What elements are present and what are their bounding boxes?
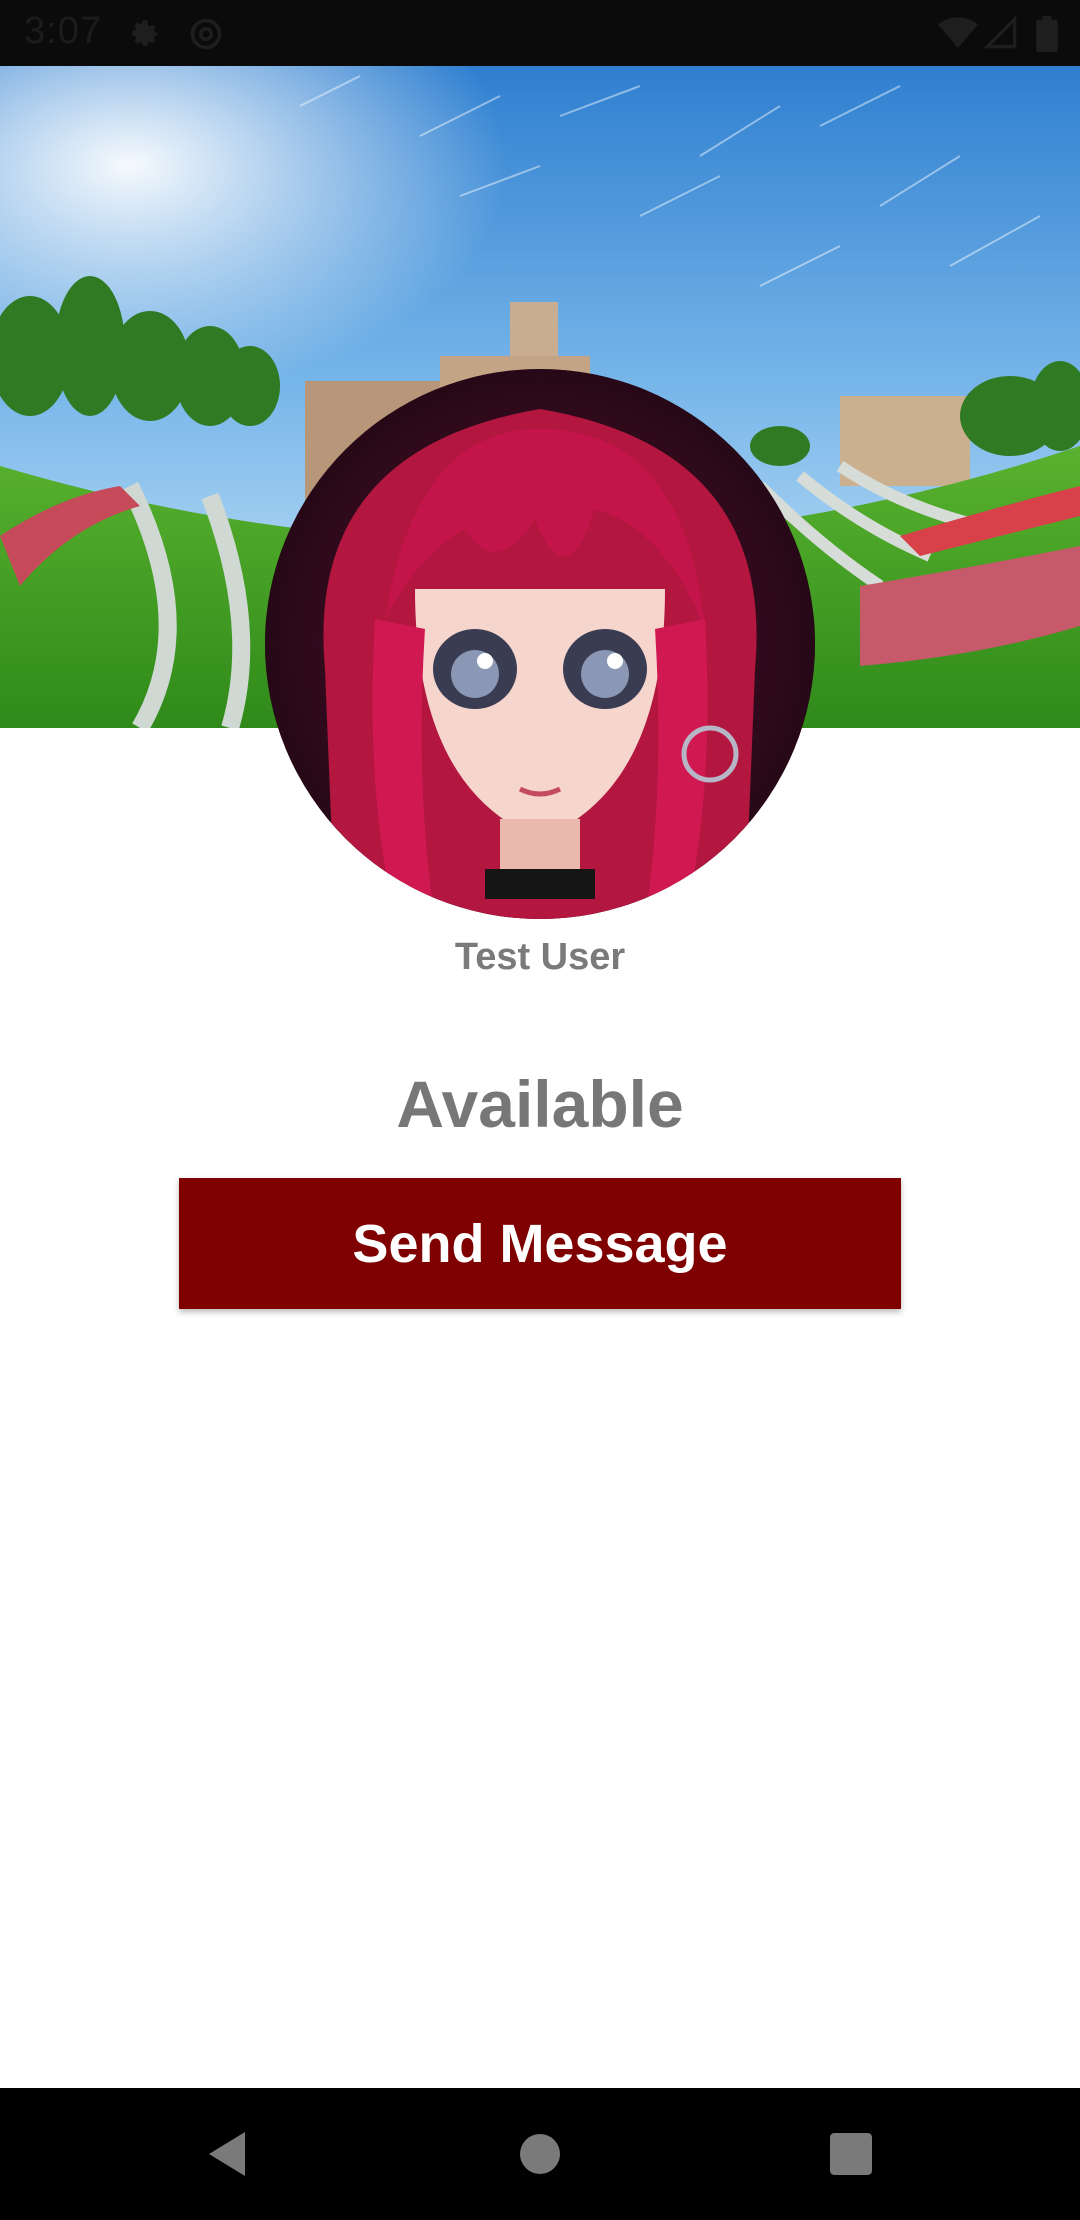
send-message-button[interactable]: Send Message — [179, 1178, 901, 1309]
back-icon — [209, 2132, 245, 2176]
settings-icon — [128, 16, 162, 55]
user-status: Available — [396, 1067, 684, 1141]
navigation-bar — [0, 2088, 1080, 2220]
battery-icon — [1036, 16, 1058, 57]
back-button[interactable] — [157, 2088, 297, 2220]
recents-button[interactable] — [781, 2088, 921, 2220]
status-bar: 3:07 — [0, 0, 1080, 66]
avatar[interactable] — [265, 369, 815, 919]
status-time: 3:07 — [24, 10, 102, 52]
at-sign-icon — [188, 16, 224, 57]
home-icon — [520, 2134, 560, 2174]
home-button[interactable] — [470, 2088, 610, 2220]
profile-screen: 3:07 Test User Available Send Message — [0, 0, 1080, 2220]
wifi-icon — [938, 16, 978, 55]
recents-icon — [830, 2133, 872, 2175]
user-name: Test User — [454, 936, 626, 978]
signal-icon — [983, 15, 1018, 55]
